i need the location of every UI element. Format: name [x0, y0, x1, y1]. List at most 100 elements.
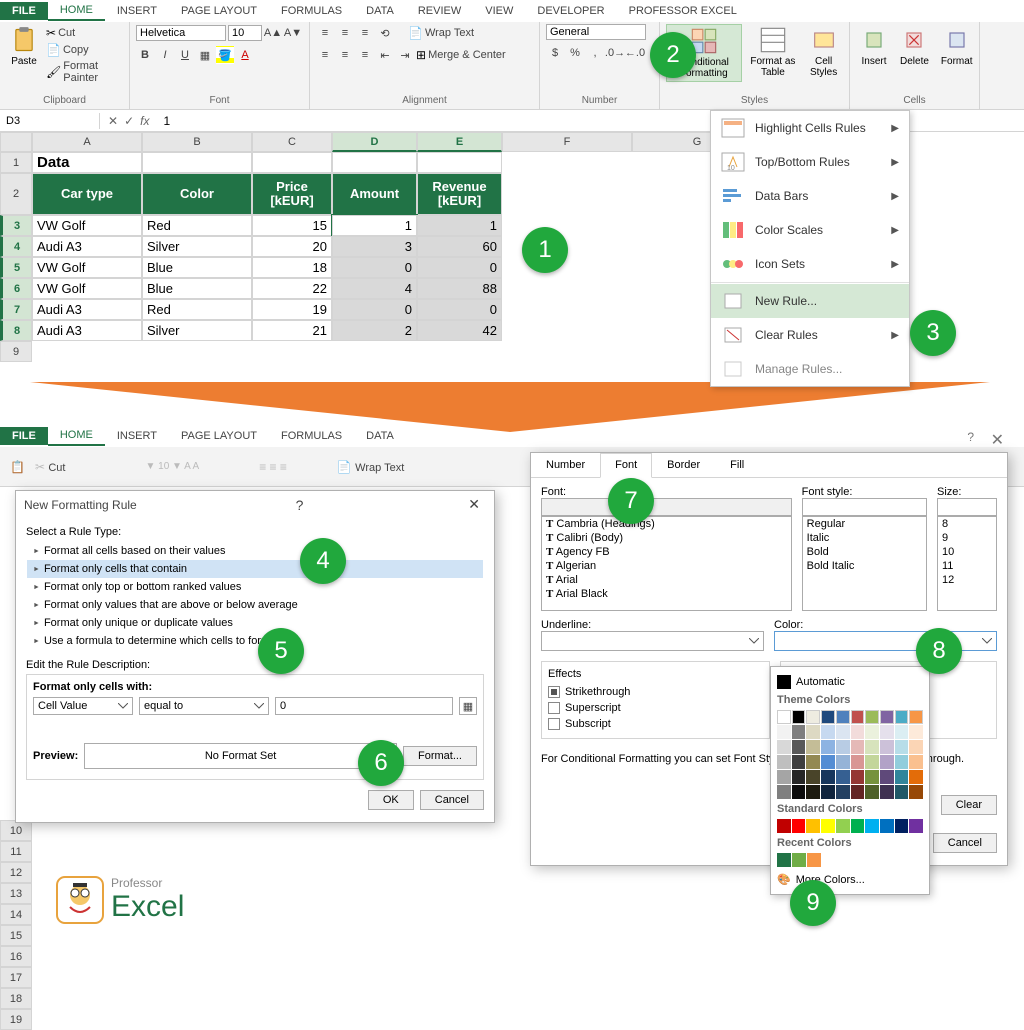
- color-swatch[interactable]: [821, 755, 835, 769]
- color-swatch[interactable]: [792, 755, 806, 769]
- cell-a1[interactable]: Data: [32, 152, 142, 173]
- color-swatch[interactable]: [821, 819, 835, 833]
- table-cell[interactable]: 3: [332, 236, 417, 257]
- col-header-d[interactable]: D: [332, 132, 417, 152]
- cancel-formula-icon[interactable]: ✕: [108, 114, 118, 128]
- color-swatch[interactable]: [806, 725, 820, 739]
- rule-type-item[interactable]: Format all cells based on their values: [27, 542, 483, 560]
- color-swatch[interactable]: [836, 755, 850, 769]
- size-list[interactable]: 89101112: [937, 516, 997, 611]
- tab-view[interactable]: VIEW: [473, 2, 525, 20]
- color-swatch[interactable]: [807, 853, 821, 867]
- header-price[interactable]: Price[kEUR]: [252, 173, 332, 215]
- color-swatch[interactable]: [777, 725, 791, 739]
- row-header-6[interactable]: 6: [0, 278, 32, 299]
- row-header-7[interactable]: 7: [0, 299, 32, 320]
- color-swatch[interactable]: [821, 740, 835, 754]
- clear-button[interactable]: Clear: [941, 795, 997, 815]
- color-swatch[interactable]: [851, 725, 865, 739]
- fmt-tab-number[interactable]: Number: [531, 453, 600, 477]
- color-swatch[interactable]: [851, 770, 865, 784]
- color-swatch[interactable]: [792, 853, 806, 867]
- table-cell[interactable]: 2: [332, 320, 417, 341]
- color-swatch[interactable]: [806, 785, 820, 799]
- cf-top-bottom-rules[interactable]: 10Top/Bottom Rules▶: [711, 145, 909, 179]
- cf-clear-rules[interactable]: Clear Rules▶: [711, 318, 909, 352]
- cell-styles-button[interactable]: Cell Styles: [804, 24, 843, 80]
- color-swatch[interactable]: [895, 740, 909, 754]
- table-cell[interactable]: 22: [252, 278, 332, 299]
- tab-review[interactable]: REVIEW: [406, 2, 473, 20]
- tab-formulas[interactable]: FORMULAS: [269, 2, 354, 20]
- table-cell[interactable]: 4: [332, 278, 417, 299]
- color-swatch[interactable]: [851, 710, 865, 724]
- fmt-cancel-button[interactable]: Cancel: [933, 833, 997, 853]
- font-style-input[interactable]: [802, 498, 927, 516]
- color-swatch[interactable]: [880, 710, 894, 724]
- header-color[interactable]: Color: [142, 173, 252, 215]
- col-header-c[interactable]: C: [252, 132, 332, 152]
- row-header-8[interactable]: 8: [0, 320, 32, 341]
- align-top-icon[interactable]: ≡: [316, 24, 334, 42]
- align-bottom-icon[interactable]: ≡: [356, 24, 374, 42]
- cf-icon-sets[interactable]: Icon Sets▶: [711, 247, 909, 281]
- table-cell[interactable]: 1: [332, 215, 417, 236]
- color-swatch[interactable]: [777, 819, 791, 833]
- select-all-corner[interactable]: [0, 132, 32, 152]
- tab-developer[interactable]: DEVELOPER: [525, 2, 616, 20]
- table-cell[interactable]: 42: [417, 320, 502, 341]
- color-swatch[interactable]: [865, 785, 879, 799]
- decimal-dec-icon[interactable]: ←.0: [626, 44, 644, 62]
- grow-font-icon[interactable]: A▲: [264, 24, 282, 42]
- tab-data[interactable]: DATA: [354, 2, 406, 20]
- indent-inc-icon[interactable]: ⇥: [396, 46, 414, 64]
- align-middle-icon[interactable]: ≡: [336, 24, 354, 42]
- italic-icon[interactable]: I: [156, 46, 174, 64]
- color-swatch[interactable]: [865, 755, 879, 769]
- row-header-4[interactable]: 4: [0, 236, 32, 257]
- percent-icon[interactable]: %: [566, 44, 584, 62]
- subscript-checkbox[interactable]: Subscript: [548, 716, 763, 732]
- color-swatch[interactable]: [836, 725, 850, 739]
- col-header-a[interactable]: A: [32, 132, 142, 152]
- table-cell[interactable]: Blue: [142, 278, 252, 299]
- color-swatch[interactable]: [880, 770, 894, 784]
- color-swatch[interactable]: [909, 819, 923, 833]
- value-input[interactable]: [275, 697, 453, 715]
- cf-color-scales[interactable]: Color Scales▶: [711, 213, 909, 247]
- cell-value-dropdown[interactable]: Cell Value: [33, 697, 133, 715]
- orientation-icon[interactable]: ⟲: [376, 24, 394, 42]
- table-cell[interactable]: 19: [252, 299, 332, 320]
- copy-button[interactable]: 📄Copy: [46, 43, 89, 57]
- insert-cells-button[interactable]: Insert: [856, 24, 892, 69]
- cancel-button[interactable]: Cancel: [420, 790, 484, 810]
- color-swatch[interactable]: [880, 725, 894, 739]
- rule-type-item[interactable]: Format only cells that contain: [27, 560, 483, 578]
- close-icon[interactable]: ✕: [991, 430, 1004, 450]
- cf-highlight-cells-rules[interactable]: Highlight Cells Rules▶: [711, 111, 909, 145]
- color-swatch[interactable]: [895, 819, 909, 833]
- font-color-icon[interactable]: A: [236, 46, 254, 64]
- color-swatch[interactable]: [777, 755, 791, 769]
- row-header-2[interactable]: 2: [0, 173, 32, 215]
- color-swatch[interactable]: [880, 755, 894, 769]
- align-left-icon[interactable]: ≡: [316, 46, 334, 64]
- color-swatch[interactable]: [865, 770, 879, 784]
- merge-center-button[interactable]: Merge & Center: [428, 49, 506, 61]
- superscript-checkbox[interactable]: Superscript: [548, 700, 763, 716]
- color-swatch[interactable]: [865, 725, 879, 739]
- range-picker-icon[interactable]: ▦: [459, 697, 477, 715]
- tab-file[interactable]: FILE: [0, 2, 48, 20]
- bold-icon[interactable]: B: [136, 46, 154, 64]
- color-swatch[interactable]: [792, 770, 806, 784]
- cut-button[interactable]: ✂Cut: [46, 26, 75, 40]
- table-cell[interactable]: 21: [252, 320, 332, 341]
- color-swatch[interactable]: [880, 785, 894, 799]
- number-format-select[interactable]: [546, 24, 646, 40]
- color-swatch[interactable]: [880, 819, 894, 833]
- color-swatch[interactable]: [806, 710, 820, 724]
- align-center-icon[interactable]: ≡: [336, 46, 354, 64]
- table-cell[interactable]: 60: [417, 236, 502, 257]
- table-cell[interactable]: 0: [332, 299, 417, 320]
- tab-professor-excel[interactable]: PROFESSOR EXCEL: [617, 2, 749, 20]
